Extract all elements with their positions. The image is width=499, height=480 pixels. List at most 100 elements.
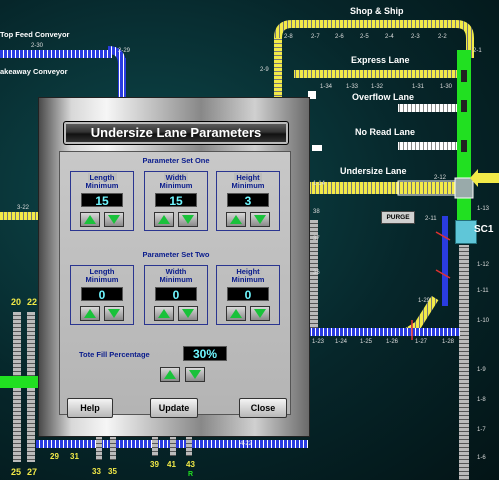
set-one-height-up-button[interactable] <box>226 212 246 227</box>
conveyor-1-34: 1-34 <box>320 84 333 90</box>
conveyor-2-8: 2-8 <box>284 34 293 40</box>
chute-43: 43 <box>186 460 195 469</box>
conveyor-36: 36 <box>313 270 320 276</box>
tote-fill-down-button[interactable] <box>185 367 205 382</box>
conveyor-2-9: 2-9 <box>260 67 269 73</box>
arrow-up-icon <box>158 215 170 224</box>
arrow-up-icon <box>158 309 170 318</box>
set-one-width-group: Width Minimum 15 <box>144 171 208 231</box>
close-button[interactable]: Close <box>239 398 287 418</box>
conveyor-1-27: 1-27 <box>415 339 428 345</box>
arrow-down-icon <box>182 215 194 224</box>
sc1-label: SC1 <box>474 224 494 235</box>
conveyor-1-8: 1-8 <box>477 397 486 403</box>
arrow-down-icon <box>108 215 120 224</box>
conveyor-1-33: 1-33 <box>346 84 359 90</box>
conveyor-2-1: 2-1 <box>473 48 482 54</box>
right-return-conveyor[interactable] <box>459 245 469 480</box>
undersize-arrow-icon <box>470 169 499 187</box>
set-two-length-down-button[interactable] <box>104 306 124 321</box>
update-button[interactable]: Update <box>150 398 198 418</box>
arrow-up-icon <box>84 215 96 224</box>
bottom-blue-conveyor[interactable] <box>310 328 460 336</box>
conveyor-1-25: 1-25 <box>360 339 373 345</box>
tote-fill-up-button[interactable] <box>160 367 180 382</box>
set-one-height-group: Height Minimum 3 <box>216 171 280 231</box>
chute-41: 41 <box>167 460 176 469</box>
conveyor-2-4: 2-4 <box>385 34 394 40</box>
chute-20: 20 <box>11 297 22 307</box>
top-feed-conveyor[interactable] <box>0 50 112 58</box>
set-two-width-down-button[interactable] <box>178 306 198 321</box>
conveyor-1-13: 1-13 <box>477 206 490 212</box>
conveyor-1-28: 1-28 <box>442 339 455 345</box>
chute-25: 25 <box>11 467 22 477</box>
chute-39: 39 <box>150 460 159 469</box>
set-one-width-up-button[interactable] <box>154 212 174 227</box>
help-button[interactable]: Help <box>67 398 113 418</box>
set-two-width-up-button[interactable] <box>154 306 174 321</box>
tote-fill-value: 30% <box>183 346 227 361</box>
arrow-up-icon <box>84 309 96 318</box>
set-two-width-group: Width Minimum 0 <box>144 265 208 325</box>
tote-fill-label: Tote Fill Percentage <box>79 350 150 359</box>
group-sublabel: Minimum <box>85 181 119 190</box>
conveyor-2-6: 2-6 <box>335 34 344 40</box>
group-sublabel: Minimum <box>85 275 119 284</box>
arrow-down-icon <box>189 370 201 379</box>
conveyor-1-32: 1-32 <box>371 84 384 90</box>
set-two-height-group: Height Minimum 0 <box>216 265 280 325</box>
conveyor-2-12: 2-12 <box>434 175 447 181</box>
set-one-width-value: 15 <box>155 193 197 208</box>
arrow-down-icon <box>254 309 266 318</box>
undersize-lane[interactable] <box>310 182 460 194</box>
undersize-lane-dialog: Undersize Lane Parameters Parameter Set … <box>38 97 310 437</box>
group-sublabel: Minimum <box>159 275 193 284</box>
set-one-height-value: 3 <box>227 193 269 208</box>
set-two-length-up-button[interactable] <box>80 306 100 321</box>
express-lane-label: Express Lane <box>351 55 410 65</box>
dialog-title: Undersize Lane Parameters <box>63 121 289 145</box>
purge-button[interactable]: PURGE <box>381 211 415 224</box>
set-one-height-down-button[interactable] <box>250 212 270 227</box>
conveyor-1-30: 1-30 <box>440 84 453 90</box>
set-two-height-down-button[interactable] <box>250 306 270 321</box>
chute-22: 22 <box>27 297 38 307</box>
conveyor-2-30: 2-30 <box>31 43 44 49</box>
set-two-length-group: Length Minimum 0 <box>70 265 134 325</box>
conveyor-2-2: 2-2 <box>438 34 447 40</box>
overflow-lane[interactable] <box>398 104 458 112</box>
conveyor-1-14: 1-14 <box>313 181 326 187</box>
parameters-panel: Parameter Set One Length Minimum 15 Widt… <box>59 151 291 415</box>
set-one-width-down-button[interactable] <box>178 212 198 227</box>
conveyor-4-22: 4-22 <box>240 441 253 447</box>
conveyor-1-11: 1-11 <box>477 288 489 294</box>
conveyor-1-7: 1-7 <box>477 427 486 433</box>
conveyor-3-22: 3-22 <box>17 205 30 211</box>
conveyor-2-11: 2-11 <box>425 216 437 222</box>
set-two-length-value: 0 <box>81 287 123 302</box>
overflow-lane-label: Overflow Lane <box>352 92 415 102</box>
group-sublabel: Minimum <box>231 275 265 284</box>
conveyor-2-5: 2-5 <box>360 34 369 40</box>
arrow-up-icon <box>230 309 242 318</box>
conveyor-1-6: 1-6 <box>477 455 486 461</box>
conveyor-1-26: 1-26 <box>386 339 399 345</box>
conveyor-1-9: 1-9 <box>477 367 486 373</box>
set-two-height-up-button[interactable] <box>226 306 246 321</box>
arrow-up-icon <box>164 370 176 379</box>
set-one-length-down-button[interactable] <box>104 212 124 227</box>
shop-ship-label: Shop & Ship <box>350 6 404 16</box>
arrow-down-icon <box>182 309 194 318</box>
conveyor-1-23: 1-23 <box>312 339 325 345</box>
group-sublabel: Minimum <box>159 181 193 190</box>
express-lane[interactable] <box>294 70 460 78</box>
set-one-length-up-button[interactable] <box>80 212 100 227</box>
no-read-lane-label: No Read Lane <box>355 127 416 137</box>
group-sublabel: Minimum <box>231 181 265 190</box>
conveyor-2-29: 2-29 <box>118 48 131 54</box>
chute-r: R <box>188 471 194 478</box>
chute-31: 31 <box>70 452 79 461</box>
no-read-lane[interactable] <box>398 142 458 150</box>
set-two-width-value: 0 <box>155 287 197 302</box>
